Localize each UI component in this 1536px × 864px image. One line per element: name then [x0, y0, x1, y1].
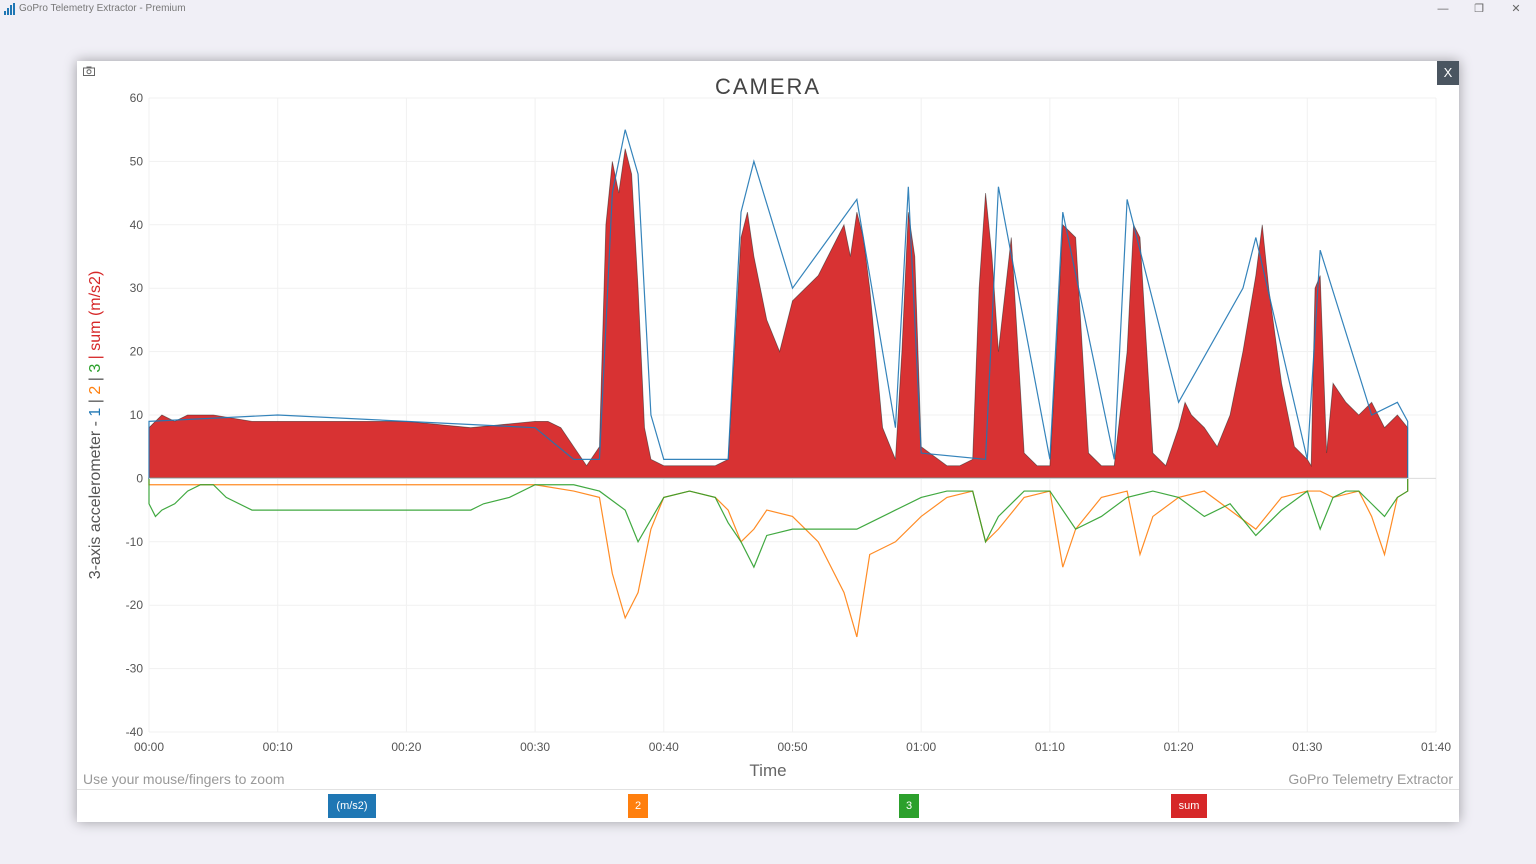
- y-label-part: |: [87, 395, 104, 408]
- y-label-part: 1: [87, 408, 104, 417]
- accelerometer-chart[interactable]: -40 -30 -20 -10 0 10 20 30 40 50 60 00:00 00:10 00:2…: [77, 61, 1459, 789]
- x-tick-label: 01:20: [1164, 740, 1194, 754]
- x-tick-label: 01:00: [906, 740, 936, 754]
- y-axis-label: 3-axis accelerometer - 1 | 2 | 3 | sum (…: [87, 271, 104, 580]
- y-tick-label: 20: [130, 345, 144, 359]
- legend-item[interactable]: 3: [899, 794, 919, 818]
- legend-item[interactable]: (m/s2): [328, 794, 376, 818]
- chart-legend: (m/s2) 2 3 sum: [77, 789, 1459, 823]
- restore-button[interactable]: ❐: [1461, 0, 1497, 18]
- x-tick-label: 01:40: [1421, 740, 1451, 754]
- close-window-button[interactable]: ✕: [1498, 0, 1534, 18]
- y-tick-label: 60: [130, 91, 144, 105]
- y-label-part: | sum (m/s2): [87, 271, 104, 364]
- app-bar-chart-icon: [4, 3, 15, 15]
- app-credit: GoPro Telemetry Extractor: [1288, 771, 1453, 787]
- y-tick-label: 10: [130, 408, 144, 422]
- chart-title: CAMERA: [715, 74, 821, 99]
- y-label-part: 3-axis accelerometer -: [87, 417, 104, 580]
- window-title: GoPro Telemetry Extractor - Premium: [19, 3, 186, 14]
- x-tick-label: 00:00: [134, 740, 164, 754]
- y-axis-ticks: -40 -30 -20 -10 0 10 20 30 40 50 60: [126, 91, 144, 739]
- y-tick-label: -10: [126, 535, 144, 549]
- y-label-part: 2: [87, 386, 104, 395]
- window-titlebar: GoPro Telemetry Extractor - Premium — ❐ …: [0, 0, 1536, 18]
- y-tick-label: 40: [130, 218, 144, 232]
- x-tick-label: 00:20: [391, 740, 421, 754]
- legend-item[interactable]: 2: [628, 794, 648, 818]
- y-tick-label: -40: [126, 725, 144, 739]
- x-tick-label: 00:30: [520, 740, 550, 754]
- x-axis-ticks: 00:00 00:10 00:20 00:30 00:40 00:50 01:00 01:10…: [134, 740, 1451, 754]
- y-tick-label: -20: [126, 598, 144, 612]
- x-tick-label: 01:30: [1292, 740, 1322, 754]
- x-tick-label: 00:10: [263, 740, 293, 754]
- y-tick-label: 0: [136, 471, 143, 485]
- y-tick-label: -30: [126, 662, 144, 676]
- series-3: [148, 477, 1409, 569]
- minimize-button[interactable]: —: [1425, 0, 1461, 18]
- x-tick-label: 00:50: [777, 740, 807, 754]
- y-label-part: |: [87, 373, 104, 386]
- zoom-hint: Use your mouse/fingers to zoom: [83, 771, 285, 787]
- x-tick-label: 01:10: [1035, 740, 1065, 754]
- y-label-part: 3: [87, 364, 104, 373]
- legend-item[interactable]: sum: [1171, 794, 1207, 818]
- series-layer: [148, 129, 1409, 638]
- series-sum: [148, 148, 1409, 479]
- x-tick-label: 00:40: [649, 740, 679, 754]
- y-tick-label: 30: [130, 281, 144, 295]
- chart-panel: X -40 -30 -20 -10 0 10 20 30 40 50 60 00:00 00:10 00…: [77, 61, 1459, 822]
- x-axis-label: Time: [749, 761, 786, 780]
- series-2: [148, 477, 1409, 638]
- y-tick-label: 50: [130, 154, 144, 168]
